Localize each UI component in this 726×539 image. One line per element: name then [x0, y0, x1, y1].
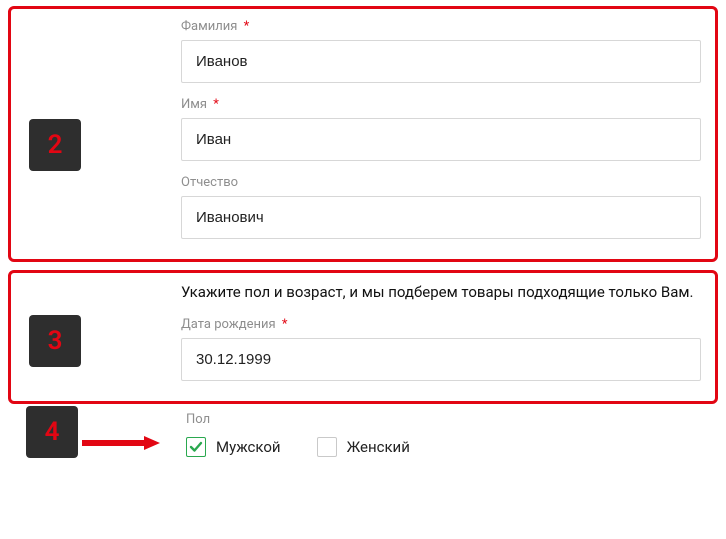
label-dob: Дата рождения *	[181, 317, 701, 332]
group-firstname: Имя *	[181, 97, 701, 161]
check-male[interactable]: Мужской	[186, 437, 281, 457]
section-dob: 3 Укажите пол и возраст, и мы подберем т…	[8, 270, 718, 404]
section-name: 2 Фамилия * Имя * Отчество	[8, 6, 718, 262]
label-lastname: Фамилия *	[181, 19, 701, 34]
label-lastname-text: Фамилия	[181, 19, 237, 34]
input-dob[interactable]	[181, 338, 701, 381]
arrow-icon	[82, 436, 160, 450]
group-lastname: Фамилия *	[181, 19, 701, 83]
input-patronymic[interactable]	[181, 196, 701, 239]
required-mark: *	[244, 19, 250, 34]
gender-options: Мужской Женский	[186, 437, 718, 457]
label-patronymic: Отчество	[181, 175, 701, 190]
section-dob-inner: Укажите пол и возраст, и мы подберем тов…	[11, 273, 715, 401]
check-icon	[189, 440, 203, 454]
label-firstname-text: Имя	[181, 97, 207, 112]
label-gender: Пол	[186, 412, 718, 427]
check-male-label: Мужской	[216, 438, 281, 456]
input-firstname[interactable]	[181, 118, 701, 161]
required-mark: *	[213, 97, 219, 112]
check-female-label: Женский	[347, 438, 410, 456]
step-badge-4: 4	[26, 406, 78, 458]
group-patronymic: Отчество	[181, 175, 701, 239]
checkbox-male-box	[186, 437, 206, 457]
label-firstname: Имя *	[181, 97, 701, 112]
required-mark: *	[282, 317, 288, 332]
step-badge-3: 3	[29, 315, 81, 367]
checkbox-female-box	[317, 437, 337, 457]
label-patronymic-text: Отчество	[181, 175, 238, 190]
section-name-inner: Фамилия * Имя * Отчество	[11, 9, 715, 259]
group-dob: Дата рождения *	[181, 317, 701, 381]
step-badge-2: 2	[29, 119, 81, 171]
label-dob-text: Дата рождения	[181, 317, 276, 332]
check-female[interactable]: Женский	[317, 437, 410, 457]
instruction-text: Укажите пол и возраст, и мы подберем тов…	[181, 283, 701, 301]
section-gender: 4 Пол Мужской Женский	[8, 412, 718, 457]
input-lastname[interactable]	[181, 40, 701, 83]
